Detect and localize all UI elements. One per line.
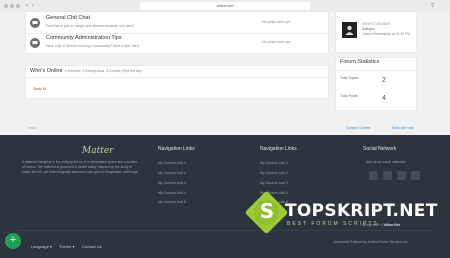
- forum-description: Have a tip or idea for running a communi…: [46, 44, 140, 48]
- twitter-icon[interactable]: [383, 171, 392, 180]
- watermark-letter: S: [259, 199, 275, 223]
- footer-link[interactable]: My Custom Link 2: [158, 171, 186, 175]
- footer-link[interactable]: My Custom Link 1: [158, 161, 186, 165]
- back-icon[interactable]: ‹: [26, 2, 28, 10]
- facebook-icon[interactable]: [369, 171, 378, 180]
- whos-online-title: Who's Online 1 Member, 5 Anonymous, 5 Gue…: [30, 68, 141, 74]
- total-topics-value: 2: [382, 77, 386, 84]
- theme-selector[interactable]: Theme ▾: [59, 244, 75, 249]
- watermark-subtitle: BEST FORUM SCRIPTS: [287, 221, 379, 227]
- footer-link[interactable]: My Custom Link 5: [158, 200, 186, 204]
- linkedin-icon[interactable]: [397, 171, 406, 180]
- forum-title[interactable]: Community Administration Tips: [46, 35, 122, 41]
- online-user-link[interactable]: Sonic M: [33, 87, 46, 91]
- whos-online-heading: Who's Online: [30, 68, 63, 74]
- footer-link[interactable]: My Custom Link 3: [260, 181, 288, 185]
- copyright-text[interactable]: Community Software by Invision Power Ser…: [333, 240, 408, 244]
- contact-content-link[interactable]: Contact Content: [346, 126, 371, 130]
- close-window-icon[interactable]: [4, 4, 8, 8]
- chat-bubble-icon: [30, 38, 40, 48]
- footer-link[interactable]: My Custom Link 3: [158, 181, 186, 185]
- footer-about-text: A material metaphor is the unifying theo…: [22, 160, 140, 174]
- add-button[interactable]: +: [5, 233, 21, 249]
- social-network-title: Social Network: [363, 146, 397, 152]
- forum-last-post: No posts here yet: [262, 20, 291, 24]
- total-topics-label: Total Topics: [340, 76, 359, 80]
- breadcrumb-home[interactable]: Velion: [28, 126, 37, 130]
- avatar[interactable]: [342, 22, 357, 38]
- share-icon[interactable]: ⇪: [430, 2, 435, 10]
- forum-description: Feel free to join in, mingle and discuss…: [46, 24, 134, 28]
- forum-title[interactable]: General Chit Chat: [46, 15, 90, 21]
- total-posts-value: 4: [382, 95, 386, 102]
- newest-member-name[interactable]: Sothyra: [362, 27, 374, 31]
- language-selector[interactable]: Language ▾: [31, 244, 52, 249]
- newest-member-label: NEWEST MEMBER: [362, 22, 391, 26]
- contact-us-link[interactable]: Contact Us: [82, 244, 102, 249]
- footer-link[interactable]: My Custom Link 4: [158, 191, 186, 195]
- minimize-window-icon[interactable]: [10, 4, 14, 8]
- footer-divider: [18, 230, 432, 231]
- design-credit-brand[interactable]: Velion.Net: [383, 223, 399, 227]
- social-network-subtitle: Add us on social networks: [366, 160, 406, 164]
- footer-logo[interactable]: Matter: [82, 146, 113, 156]
- address-bar[interactable]: velion.net: [140, 2, 310, 10]
- forum-row[interactable]: Community Administration Tips Have a tip…: [26, 34, 326, 52]
- watermark-text: TOPSKRIPT.NET: [285, 201, 438, 221]
- footer-link[interactable]: My Custom Link 1: [260, 161, 288, 165]
- nav-links-title: Navigation Links: [158, 146, 195, 152]
- maximize-window-icon[interactable]: [16, 4, 20, 8]
- forum-statistics-title: Forum Statistics: [340, 59, 380, 65]
- forum-row[interactable]: General Chit Chat Feel free to join in, …: [26, 14, 326, 32]
- footer-link[interactable]: My Custom Link 2: [260, 171, 288, 175]
- total-posts-label: Total Posts: [340, 94, 358, 98]
- forward-icon[interactable]: ›: [32, 2, 34, 10]
- newest-member-joined: Joined Wednesday at 04:30 PM: [362, 32, 411, 36]
- nav-links-title: Navigation Links: [260, 146, 297, 152]
- chat-bubble-icon: [30, 18, 40, 28]
- whos-online-summary[interactable]: 1 Member, 5 Anonymous, 5 Guests (See ful…: [65, 69, 142, 73]
- forum-last-post: No posts here yet: [262, 40, 291, 44]
- mark-site-read-link[interactable]: Mark site read: [392, 126, 413, 130]
- youtube-icon[interactable]: [411, 171, 420, 180]
